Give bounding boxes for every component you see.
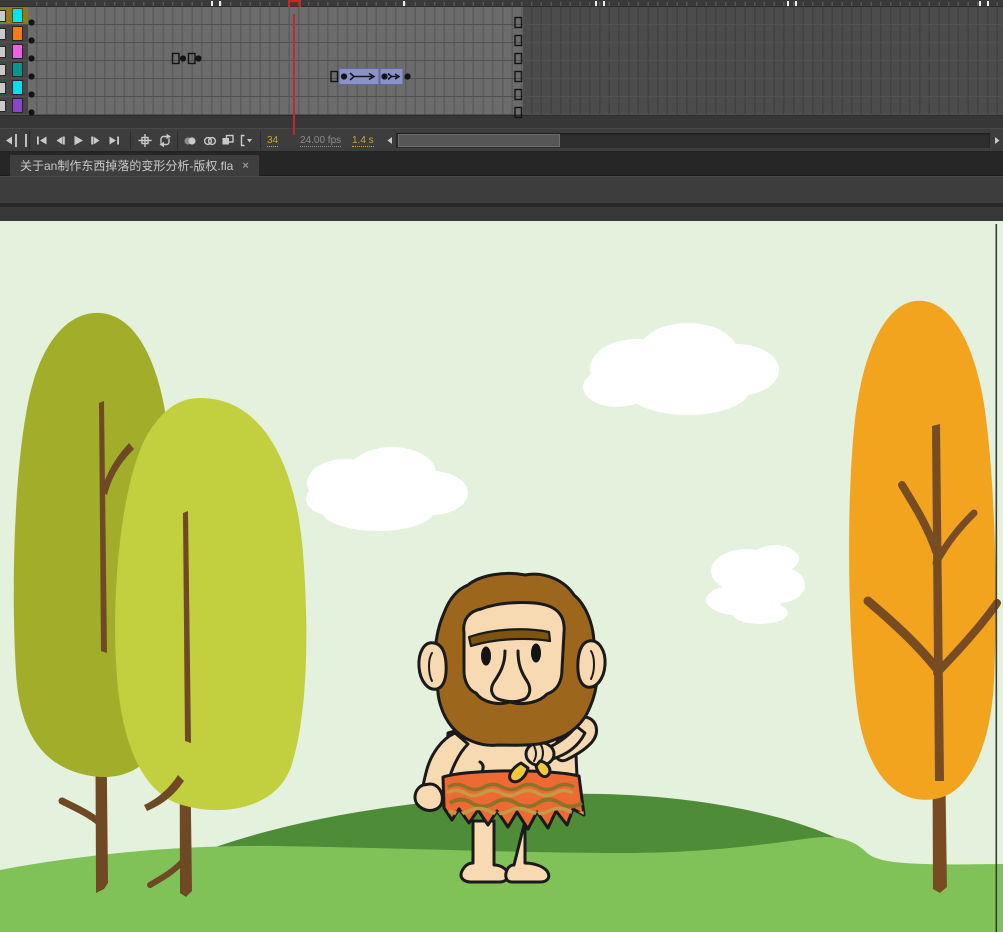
- layer-color-swatch[interactable]: [13, 63, 22, 76]
- timeline-bottom-strip: [0, 115, 1003, 128]
- layer-outline-chip[interactable]: [0, 64, 6, 76]
- layer-head[interactable]: [0, 7, 28, 24]
- layer-row[interactable]: [0, 97, 1003, 115]
- modify-markers-button[interactable]: [239, 133, 255, 148]
- caveman-right-ear: [578, 641, 605, 687]
- layer-color-swatch[interactable]: [13, 45, 22, 58]
- ruler-ticks: [28, 2, 1003, 6]
- layer-outline-chip[interactable]: [0, 100, 6, 112]
- playhead-line[interactable]: [293, 14, 295, 135]
- layer-row[interactable]: [0, 61, 1003, 79]
- document-tabbar: 关于an制作东西掉落的变形分析-版权.fla ×: [0, 152, 1003, 176]
- banana-peel-right: [536, 761, 550, 777]
- loop-playback-button[interactable]: [157, 133, 173, 148]
- layer-head[interactable]: [0, 61, 28, 78]
- toolbar-spacer-band: [0, 176, 1003, 203]
- ruler-second-tick: [603, 1, 605, 6]
- scrollbar-right-arrow[interactable]: [989, 133, 1003, 148]
- layer-frames-track[interactable]: [28, 43, 1003, 60]
- timeline-controlbar: 34 24.00 fps 1.4 s: [0, 128, 1003, 152]
- document-tab-title: 关于an制作东西掉落的变形分析-版权.fla: [20, 157, 233, 174]
- elapsed-time-field[interactable]: 1.4 s: [352, 135, 374, 147]
- timeline-panel: 34 24.00 fps 1.4 s: [0, 0, 1003, 152]
- ruler-second-tick: [979, 1, 981, 6]
- layer-row[interactable]: [0, 25, 1003, 43]
- layer-head[interactable]: [0, 97, 28, 114]
- layer-frames-track[interactable]: [28, 25, 1003, 42]
- edit-multiple-frames-button[interactable]: [220, 133, 236, 148]
- stage-edge-line: [996, 224, 998, 932]
- ruler-second-tick: [987, 1, 989, 6]
- animate-workspace: 34 24.00 fps 1.4 s 关于an制作东西掉落的变形分析-版权.fl…: [0, 0, 1003, 932]
- layer-outline-chip[interactable]: [0, 82, 6, 94]
- layer-outline-chip[interactable]: [0, 28, 6, 40]
- divider: [130, 131, 131, 150]
- layer-row[interactable]: [0, 79, 1003, 97]
- layer-head[interactable]: [0, 43, 28, 60]
- layer-head[interactable]: [0, 79, 28, 96]
- layer-color-swatch[interactable]: [13, 9, 22, 22]
- layer-outline-chip[interactable]: [0, 10, 6, 22]
- play-button[interactable]: [70, 133, 86, 148]
- timeline-layers-area: [0, 7, 1003, 115]
- stage-header-band: [0, 207, 1003, 221]
- stage-artwork: [0, 221, 1003, 932]
- ruler-second-tick: [219, 1, 221, 6]
- panel-grip-icon[interactable]: [15, 134, 27, 147]
- layer-row[interactable]: [0, 7, 1003, 25]
- ruler-second-tick: [595, 1, 597, 6]
- caveman-left-fist: [415, 784, 442, 810]
- caveman-left-eye: [481, 647, 491, 666]
- layer-frames-track[interactable]: [28, 79, 1003, 96]
- layer-color-swatch[interactable]: [13, 27, 22, 40]
- layer-color-swatch[interactable]: [13, 99, 22, 112]
- center-frame-button[interactable]: [137, 133, 153, 148]
- document-tab[interactable]: 关于an制作东西掉落的变形分析-版权.fla ×: [10, 155, 259, 176]
- current-frame-field[interactable]: 34: [267, 135, 278, 147]
- layer-frames-track[interactable]: [28, 61, 1003, 78]
- caveman-left-ear: [419, 643, 446, 689]
- go-to-first-frame-button[interactable]: [34, 133, 50, 148]
- ruler-second-tick: [403, 1, 405, 6]
- timeline-horizontal-scrollbar[interactable]: [396, 133, 990, 148]
- layer-frames-track[interactable]: [28, 97, 1003, 114]
- scrollbar-thumb[interactable]: [398, 134, 560, 147]
- go-to-last-frame-button[interactable]: [106, 133, 122, 148]
- divider: [260, 131, 261, 150]
- layer-row[interactable]: [0, 43, 1003, 61]
- onion-skin-outlines-button[interactable]: [202, 133, 218, 148]
- step-forward-button[interactable]: [88, 133, 104, 148]
- tab-close-icon[interactable]: ×: [242, 160, 248, 172]
- step-back-button[interactable]: [52, 133, 68, 148]
- divider: [177, 131, 178, 150]
- layer-outline-chip[interactable]: [0, 46, 6, 58]
- layer-frames-track[interactable]: [28, 7, 1003, 24]
- frame-rate-field[interactable]: 24.00 fps: [300, 135, 341, 147]
- ruler-second-tick: [787, 1, 789, 6]
- stage-canvas[interactable]: [0, 221, 1003, 932]
- caveman-right-eye: [531, 644, 541, 663]
- layer-color-swatch[interactable]: [13, 81, 22, 94]
- playhead-handle[interactable]: [288, 0, 301, 7]
- onion-skin-button[interactable]: [182, 133, 198, 148]
- divider: [29, 131, 30, 150]
- timeline-ruler[interactable]: [0, 0, 1003, 7]
- layer-head[interactable]: [0, 25, 28, 42]
- ruler-second-tick: [795, 1, 797, 6]
- ruler-second-tick: [211, 1, 213, 6]
